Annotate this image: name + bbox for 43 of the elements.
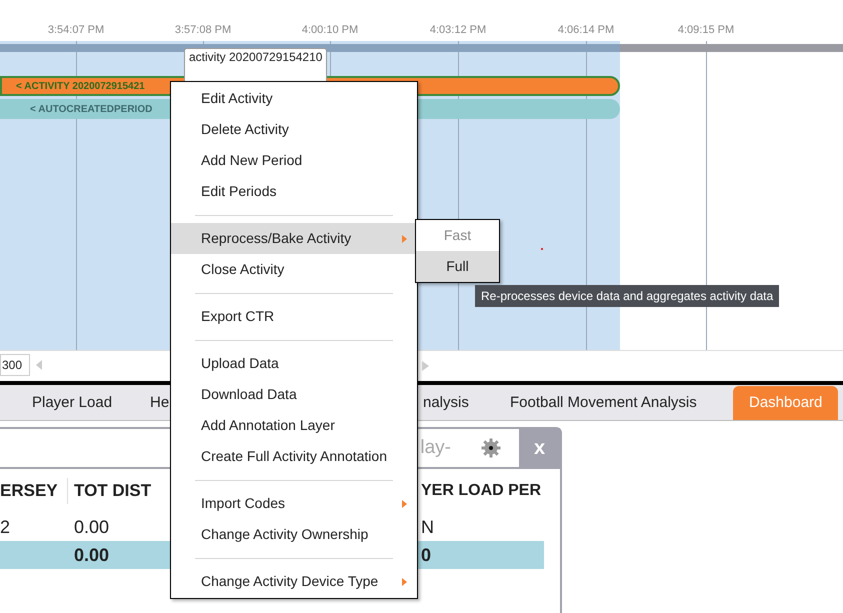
bar-label: < ACTIVITY 2020072915421	[16, 80, 145, 94]
menu-item[interactable]: Download Data	[171, 379, 417, 410]
menu-item[interactable]: Add New Period	[171, 145, 417, 176]
widget-title: lay-	[420, 436, 451, 460]
menu-item[interactable]: Upload Data	[171, 348, 417, 379]
zoom-field[interactable]: 300	[0, 354, 30, 376]
menu-item[interactable]: Delete Activity	[171, 114, 417, 145]
submenu-arrow-icon	[402, 234, 407, 242]
time-label: 3:54:07 PM	[48, 23, 104, 38]
time-label: 3:57:08 PM	[174, 23, 232, 38]
table-cell-text: N	[421, 516, 434, 538]
menu-item[interactable]: Create Full Activity Annotation	[171, 441, 417, 472]
left-arrow-icon[interactable]	[36, 360, 43, 370]
menu-item[interactable]: Close Activity	[171, 254, 417, 285]
time-label: 4:00:10 PM	[302, 23, 358, 38]
menu-item[interactable]: Import Codes	[171, 488, 417, 519]
time-label: 4:06:14 PM	[558, 23, 614, 38]
menu-item[interactable]: Edit Periods	[171, 176, 417, 207]
menu-item[interactable]: Export CTR	[171, 301, 417, 332]
column-header: YER LOAD PER	[421, 481, 542, 501]
menu-item[interactable]: Change Activity Device Type	[171, 566, 417, 597]
table-cell-text: 0.00	[74, 516, 110, 538]
submenu-arrow-icon	[402, 578, 407, 586]
tab[interactable]: Player Load	[32, 386, 112, 420]
menu-item[interactable]: Change Activity Ownership	[171, 519, 417, 550]
column-header: ERSEY	[0, 480, 59, 502]
submenu-arrow-icon	[402, 500, 407, 508]
tab[interactable]: He	[150, 386, 170, 420]
right-arrow-icon[interactable]	[422, 361, 429, 371]
bar-label: < AUTOCREATEDPERIOD	[30, 102, 152, 116]
time-label: 4:03:12 PM	[430, 23, 486, 38]
tooltip: Re-processes device data and aggregates activity data	[475, 285, 780, 307]
menu-item[interactable]: Add Annotation Layer	[171, 410, 417, 441]
tab[interactable]: nalysis	[423, 386, 469, 420]
submenu-item[interactable]: Full	[416, 251, 499, 282]
column-header: TOT DIST	[74, 480, 152, 502]
time-label: 4:09:15 PM	[678, 23, 734, 38]
table-cell-text: 0	[421, 544, 432, 566]
table-cell-text: 0.00	[74, 544, 110, 566]
table-cell-text: 2	[0, 516, 12, 538]
gear-icon[interactable]	[481, 438, 501, 458]
tab[interactable]: Football Movement Analysis	[510, 386, 697, 420]
menu-item[interactable]: Reprocess/Bake Activity	[171, 223, 417, 254]
